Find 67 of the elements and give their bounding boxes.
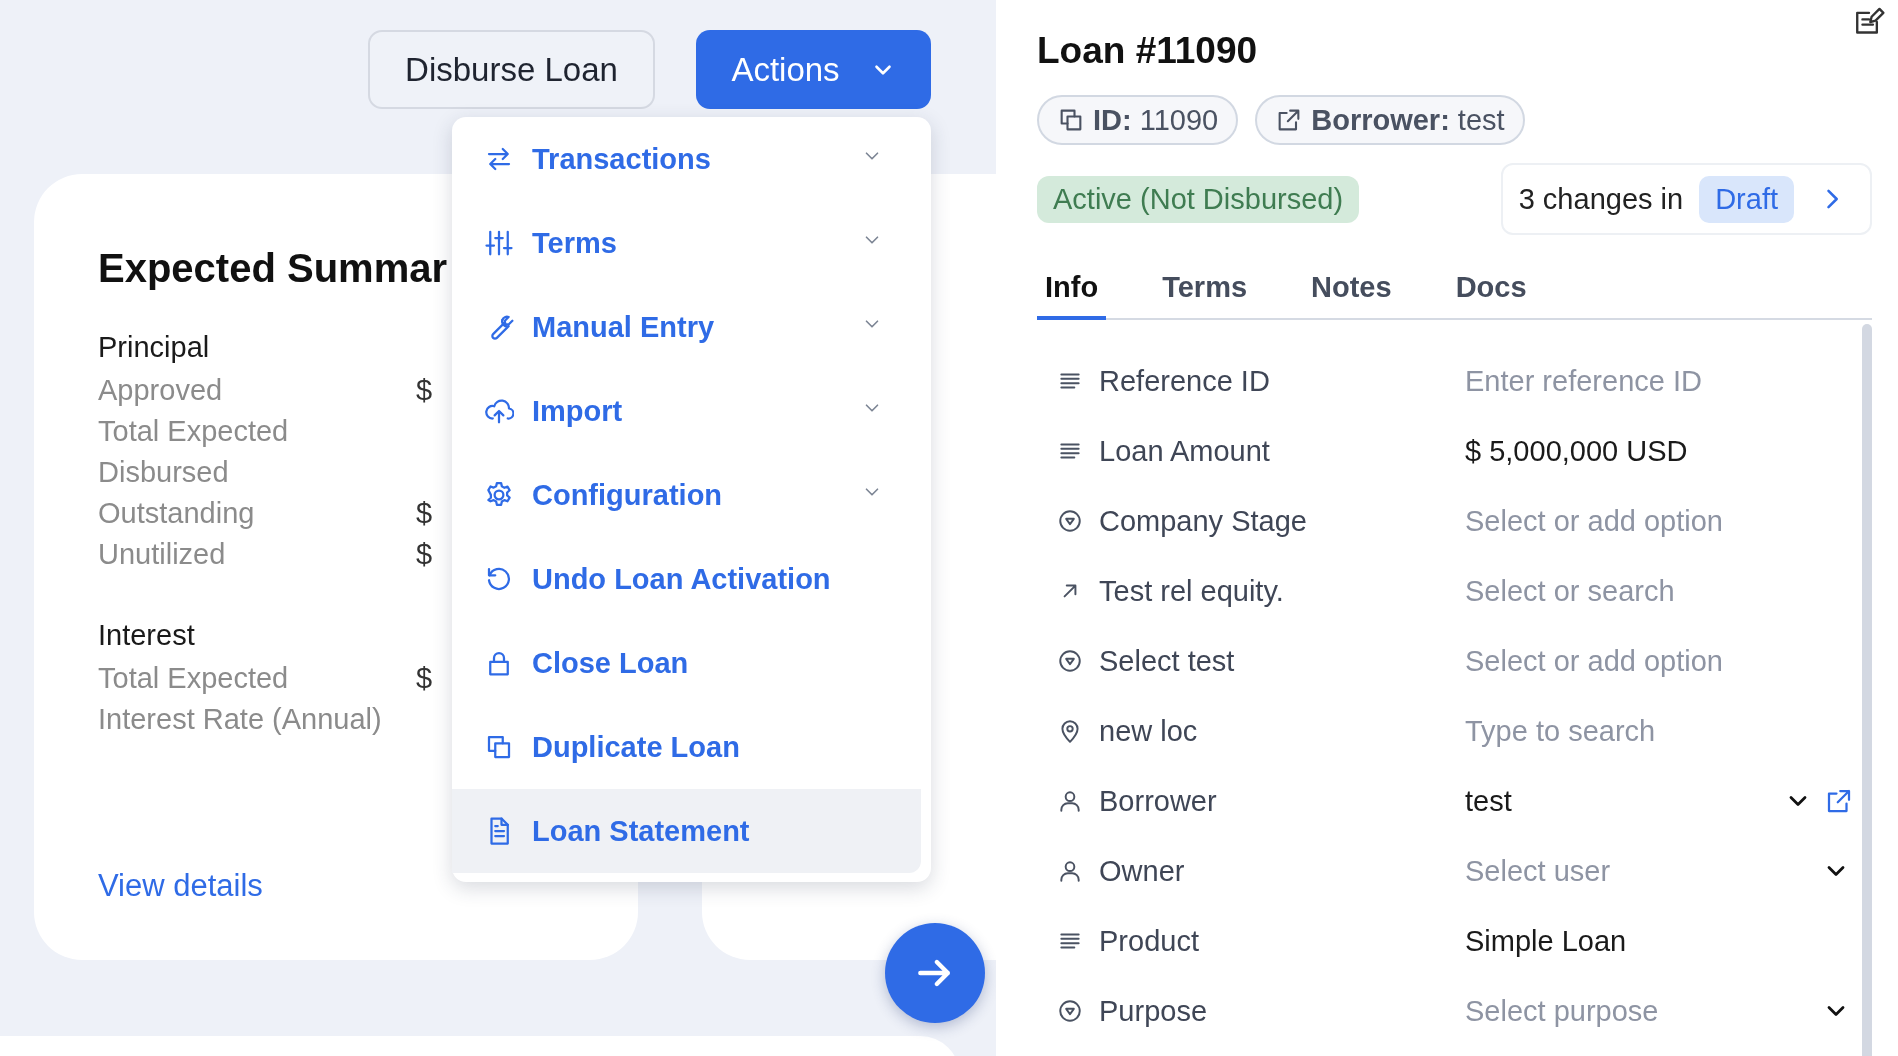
view-details-link[interactable]: View details (98, 868, 263, 904)
draft-changes-bar[interactable]: 3 changes in Draft (1500, 163, 1872, 235)
summary-label: Approved (98, 374, 224, 407)
menu-item[interactable]: Loan Statement (452, 789, 921, 873)
field-label: Product (1099, 924, 1200, 958)
dropdown-circle-icon (1057, 998, 1083, 1024)
person-icon (1057, 788, 1083, 814)
person-icon (1057, 858, 1083, 884)
loan-title: Loan #11090 (1037, 30, 1259, 72)
menu-item[interactable]: Close Loan (452, 621, 921, 705)
input-field[interactable]: Select or add option (1465, 504, 1862, 538)
input-field[interactable]: Select or search (1465, 574, 1862, 608)
input-field[interactable]: Enter reference ID (1465, 364, 1862, 398)
actions-button[interactable]: Actions (696, 30, 931, 109)
chip-text: Borrower: test (1311, 103, 1505, 137)
summary-label: Total Expected (98, 662, 290, 695)
card-title: Expected Summar (98, 246, 449, 291)
field-label: Company Stage (1099, 504, 1308, 538)
changes-count: 3 changes in (1518, 182, 1684, 216)
menu-item[interactable]: Undo Loan Activation (452, 537, 921, 621)
field-label: new loc (1099, 714, 1199, 748)
draft-badge: Draft (1699, 175, 1794, 223)
input-field[interactable]: Select or add option (1465, 644, 1862, 678)
summary-label: Interest Rate (Annual) (98, 703, 383, 736)
input-field[interactable]: Select purpose (1465, 994, 1822, 1028)
summary-label: Unutilized (98, 538, 227, 571)
field-label: Reference ID (1099, 364, 1271, 398)
tab[interactable]: Info (1037, 271, 1107, 320)
summary-value: $ (416, 538, 433, 571)
dropdown-circle-icon (1057, 508, 1083, 534)
summary-value: $ (416, 497, 433, 530)
status-badge: Active (Not Disbursed) (1037, 175, 1360, 223)
field-label: Owner (1099, 854, 1186, 888)
field-label: Loan Amount (1099, 434, 1271, 468)
sliders-icon (484, 228, 514, 258)
summary-value: $ (416, 374, 433, 407)
menu-item[interactable]: Transactions (452, 117, 921, 201)
summary-label: Disbursed (98, 456, 230, 489)
field-label: Purpose (1099, 994, 1208, 1028)
menu-item[interactable]: Manual Entry (452, 285, 921, 369)
menu-item[interactable]: Duplicate Loan (452, 705, 921, 789)
input-field[interactable]: $ 5,000,000 USD (1465, 434, 1862, 468)
menu-item[interactable]: Terms (452, 201, 921, 285)
summary-label: Outstanding (98, 497, 256, 530)
summary-value: $ (416, 662, 433, 695)
field-label: Test rel equity. (1099, 574, 1285, 608)
input-field[interactable]: Select user (1465, 854, 1822, 888)
section-heading: Interest (98, 619, 195, 652)
input-field[interactable]: test (1465, 784, 1784, 818)
chip-text: ID: 11090 (1093, 103, 1219, 137)
tab[interactable]: Terms (1154, 271, 1256, 320)
input-field[interactable]: Simple Loan (1465, 924, 1862, 958)
menu-item[interactable]: Configuration (452, 453, 921, 537)
info-chip[interactable]: ID: 11090 (1037, 95, 1239, 145)
dropdown-circle-icon (1057, 648, 1083, 674)
menu-item[interactable]: Import (452, 369, 921, 453)
field-label: Select test (1099, 644, 1236, 678)
tab[interactable]: Docs (1447, 271, 1535, 320)
next-arrow-button[interactable] (885, 923, 985, 1023)
disburse-loan-button[interactable]: Disburse Loan (368, 30, 655, 109)
scrollbar[interactable] (1862, 324, 1872, 1056)
info-chip[interactable]: Borrower: test (1255, 95, 1525, 145)
summary-label: Total Expected (98, 415, 290, 448)
tab[interactable]: Notes (1303, 271, 1400, 320)
section-heading: Principal (98, 331, 210, 364)
field-label: Borrower (1099, 784, 1218, 818)
input-field[interactable]: Type to search (1465, 714, 1862, 748)
